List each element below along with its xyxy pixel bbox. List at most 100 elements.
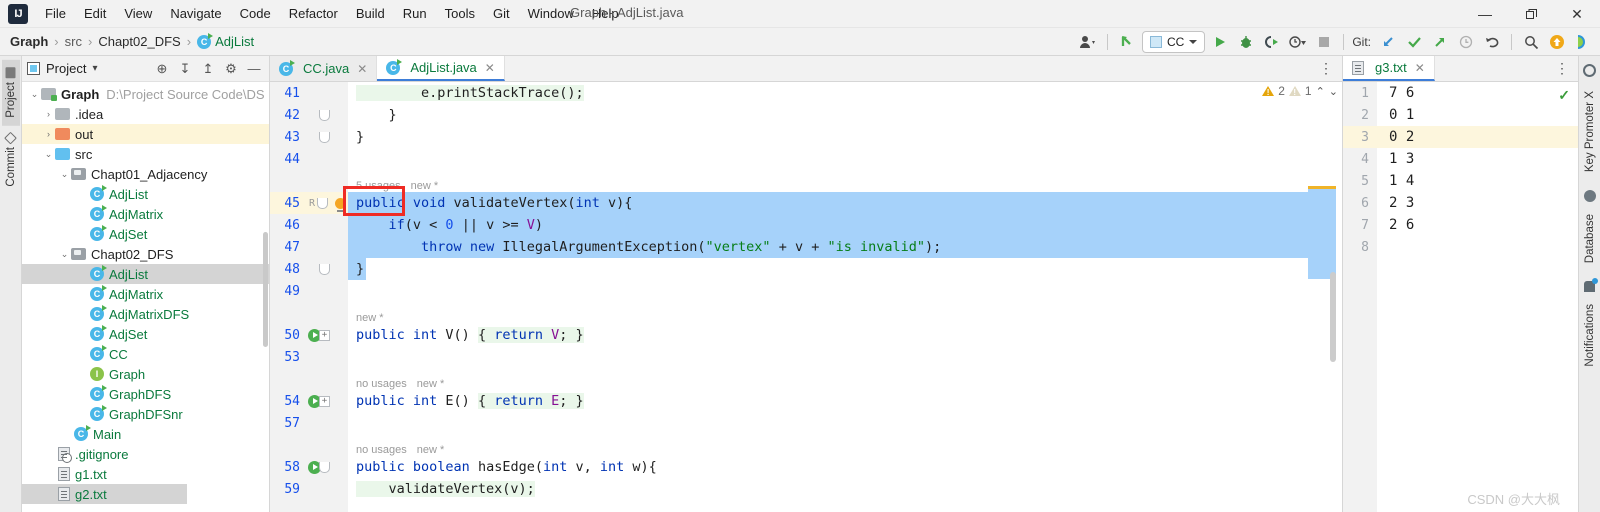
- chevron-down-icon[interactable]: ⌄: [28, 89, 41, 100]
- editor-right-margin[interactable]: 2 1 ⌃ ⌄: [1262, 82, 1342, 512]
- run-with-coverage-icon[interactable]: [1261, 31, 1283, 53]
- green-arrow-up-icon[interactable]: [1116, 31, 1138, 53]
- tool-window-key-promoter[interactable]: Key Promoter X: [1581, 83, 1599, 180]
- tree-node-chapt02[interactable]: ⌄ Chapt02_DFS: [22, 244, 269, 264]
- tree-node-adjlist-c2[interactable]: C AdjList: [22, 264, 269, 284]
- tool-window-notifications[interactable]: Notifications: [1581, 296, 1599, 375]
- tree-node-graphdfsnr[interactable]: C GraphDFSnr: [22, 404, 269, 424]
- prev-problem-icon[interactable]: ⌃: [1316, 85, 1325, 98]
- tree-node-out[interactable]: › out: [22, 124, 269, 144]
- debug-bug-icon[interactable]: [1235, 31, 1257, 53]
- menu-item-build[interactable]: Build: [347, 2, 394, 25]
- usages-hint[interactable]: no usages: [356, 378, 407, 390]
- code-editor[interactable]: 41 42 43 44 45 R 46 47 48 49 50 + 53 54 …: [270, 82, 1342, 512]
- fold-icon[interactable]: [317, 197, 328, 209]
- breadcrumb-item-src[interactable]: src: [65, 34, 82, 49]
- tree-node-cc[interactable]: C CC: [22, 344, 269, 364]
- locate-target-icon[interactable]: ⊕: [152, 59, 172, 79]
- tree-node-graph[interactable]: ⌄ Graph D:\Project Source Code\DS: [22, 84, 269, 104]
- git-push-arrow-icon[interactable]: [1429, 31, 1451, 53]
- search-magnifier-icon[interactable]: [1520, 31, 1542, 53]
- code-text-area[interactable]: e.printStackTrace(); } } 5 usages new * …: [348, 82, 1308, 512]
- tree-node-adjlist-c1[interactable]: C AdjList: [22, 184, 269, 204]
- profiler-icon[interactable]: [1287, 31, 1309, 53]
- chevron-right-icon[interactable]: ›: [42, 129, 55, 139]
- tree-node-idea[interactable]: › .idea: [22, 104, 269, 124]
- breadcrumb-item-chapt02[interactable]: Chapt02_DFS: [98, 34, 180, 49]
- project-panel-title-group[interactable]: Project ▾: [27, 61, 98, 76]
- next-problem-icon[interactable]: ⌄: [1329, 85, 1338, 98]
- chevron-right-icon[interactable]: ›: [42, 109, 55, 119]
- usages-hint[interactable]: no usages: [356, 444, 407, 456]
- menu-item-git[interactable]: Git: [484, 2, 519, 25]
- minimize-button[interactable]: —: [1462, 0, 1508, 28]
- project-tree-scrollbar[interactable]: [263, 232, 268, 347]
- close-button[interactable]: ✕: [1554, 0, 1600, 28]
- inlay-hint-usages[interactable]: no usages new *: [348, 434, 1308, 456]
- fold-icon[interactable]: [319, 131, 330, 143]
- usages-hint[interactable]: 5 usages: [356, 180, 401, 192]
- chevron-down-icon[interactable]: ▾: [92, 63, 97, 74]
- git-rollback-icon[interactable]: [1481, 31, 1503, 53]
- menu-item-tools[interactable]: Tools: [436, 2, 484, 25]
- editor-options-icon[interactable]: ⋮: [1555, 60, 1570, 77]
- editor-tab-adjlist[interactable]: C AdjList.java ✕: [377, 56, 505, 81]
- menu-item-run[interactable]: Run: [394, 2, 436, 25]
- new-author-hint[interactable]: new *: [417, 444, 445, 456]
- chevron-down-icon[interactable]: ⌄: [58, 249, 71, 260]
- menu-item-code[interactable]: Code: [231, 2, 280, 25]
- inspection-ok-check-icon[interactable]: ✓: [1558, 87, 1570, 104]
- menu-item-refactor[interactable]: Refactor: [280, 2, 347, 25]
- intention-bulb-icon[interactable]: [335, 197, 346, 212]
- tree-node-g1txt[interactable]: g1.txt: [22, 464, 269, 484]
- close-icon[interactable]: ✕: [485, 61, 495, 75]
- menu-item-navigate[interactable]: Navigate: [161, 2, 230, 25]
- new-author-hint[interactable]: new *: [417, 378, 445, 390]
- chevron-down-icon[interactable]: ⌄: [58, 169, 71, 180]
- tree-node-adjmatrixdfs[interactable]: C AdjMatrixDFS: [22, 304, 269, 324]
- run-configuration-selector[interactable]: CC: [1141, 31, 1206, 53]
- tree-node-gitignore[interactable]: .gitignore: [22, 444, 269, 464]
- secondary-editor-body[interactable]: 1 2 3 4 5 6 7 8 7 6 0 1 0 2 1 3 1 4 2 3 …: [1343, 82, 1578, 512]
- git-commit-check-icon[interactable]: [1403, 31, 1425, 53]
- editor-options-icon[interactable]: ⋮: [1319, 60, 1334, 77]
- tool-window-project[interactable]: Project: [1, 60, 20, 126]
- inspection-widget[interactable]: 2 1 ⌃ ⌄: [1262, 84, 1338, 98]
- menu-item-file[interactable]: File: [36, 2, 75, 25]
- settings-gear-icon[interactable]: ⚙: [221, 59, 241, 79]
- close-icon[interactable]: ✕: [1415, 61, 1425, 75]
- stop-square-icon[interactable]: [1313, 31, 1335, 53]
- run-play-icon[interactable]: [1209, 31, 1231, 53]
- collapse-all-icon[interactable]: ↥: [198, 59, 218, 79]
- editor-vertical-scrollbar[interactable]: [1330, 272, 1336, 362]
- editor-gutter[interactable]: 41 42 43 44 45 R 46 47 48 49 50 + 53 54 …: [270, 82, 348, 512]
- tree-node-adjmatrix-c2[interactable]: C AdjMatrix: [22, 284, 269, 304]
- inlay-hint-usages[interactable]: 5 usages new *: [348, 170, 1308, 192]
- editor-tab-g3txt[interactable]: g3.txt ✕: [1343, 56, 1435, 81]
- menu-item-edit[interactable]: Edit: [75, 2, 115, 25]
- new-author-hint[interactable]: new *: [411, 180, 439, 192]
- tree-node-adjmatrix-c1[interactable]: C AdjMatrix: [22, 204, 269, 224]
- project-tree[interactable]: ⌄ Graph D:\Project Source Code\DS › .ide…: [22, 82, 269, 512]
- fold-icon[interactable]: [319, 461, 330, 473]
- git-history-clock-icon[interactable]: [1455, 31, 1477, 53]
- inlay-hint-usages[interactable]: new *: [348, 302, 1308, 324]
- secondary-editor-text[interactable]: 7 6 0 1 0 2 1 3 1 4 2 3 2 6 ✓: [1377, 82, 1578, 512]
- tree-node-graph-interface[interactable]: I Graph: [22, 364, 269, 384]
- ide-helper-icon[interactable]: [1572, 31, 1594, 53]
- chevron-down-icon[interactable]: ⌄: [42, 149, 55, 160]
- fold-icon[interactable]: +: [319, 329, 330, 341]
- update-badge-icon[interactable]: [1546, 31, 1568, 53]
- tree-node-g2txt[interactable]: g2.txt: [22, 484, 187, 504]
- tree-node-main[interactable]: C Main: [22, 424, 269, 444]
- new-author-hint[interactable]: new *: [356, 312, 384, 324]
- breadcrumb-item-graph[interactable]: Graph: [10, 34, 48, 49]
- tree-node-adjset-c2[interactable]: C AdjSet: [22, 324, 269, 344]
- close-icon[interactable]: ✕: [357, 62, 367, 76]
- tree-node-adjset-c1[interactable]: C AdjSet: [22, 224, 269, 244]
- tool-window-database[interactable]: Database: [1581, 206, 1599, 271]
- expand-all-icon[interactable]: ↧: [175, 59, 195, 79]
- tool-window-commit[interactable]: Commit: [2, 126, 20, 195]
- git-update-arrow-icon[interactable]: [1377, 31, 1399, 53]
- breadcrumb-item-adjlist[interactable]: C AdjList: [197, 32, 254, 49]
